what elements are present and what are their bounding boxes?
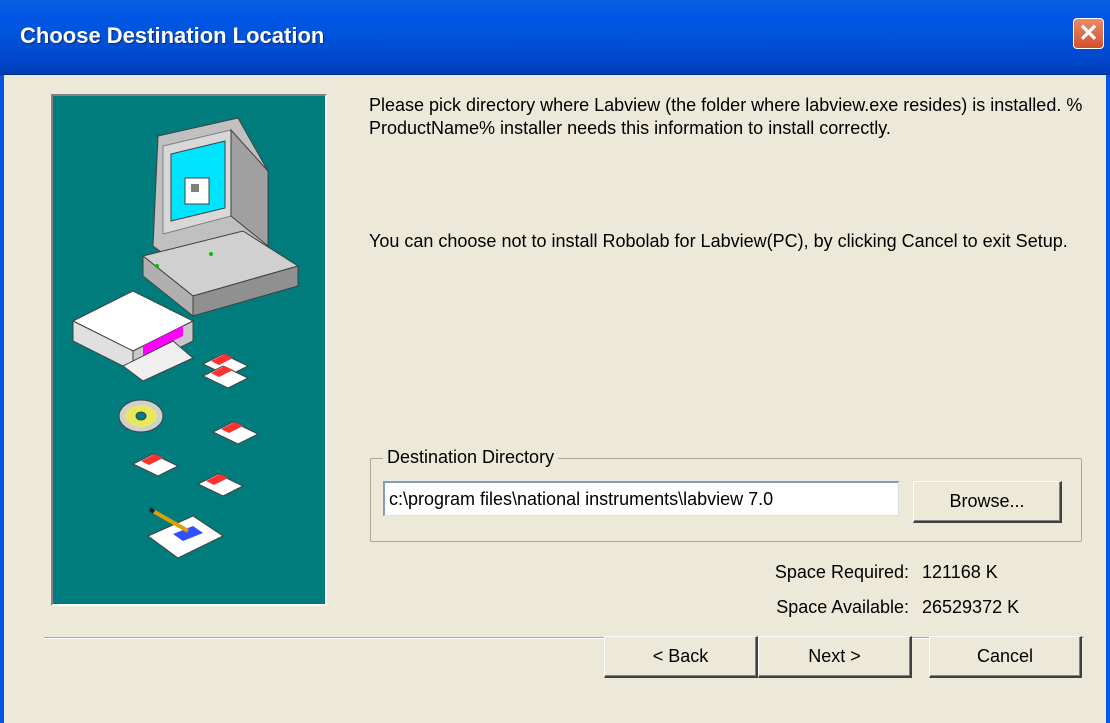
cancel-info-text: You can choose not to install Robolab fo…	[369, 231, 1068, 251]
computer-icon	[141, 117, 300, 318]
destination-path-field[interactable]	[383, 481, 899, 516]
setup-illustration	[51, 94, 327, 606]
space-available-value: 26529372 K	[922, 597, 1020, 617]
space-required-label: Space Required:	[774, 562, 909, 582]
close-button[interactable]: ✕	[1073, 18, 1104, 49]
close-icon: ✕	[1078, 19, 1099, 47]
software-box-icon	[71, 290, 195, 382]
title-bar[interactable]: Choose Destination Location ✕	[0, 0, 1110, 75]
space-available-label: Space Available:	[776, 597, 909, 617]
setup-illustration-art	[71, 117, 300, 559]
destination-directory-legend: Destination Directory	[383, 447, 559, 468]
instructions-text: Please pick directory where Labview (the…	[369, 95, 1083, 138]
browse-button[interactable]: Browse...	[913, 481, 1062, 523]
button-separator	[44, 637, 1084, 639]
back-button[interactable]: < Back	[604, 636, 758, 678]
setup-dialog: Choose Destination Location ✕ Please pic…	[0, 0, 1110, 723]
window-title: Choose Destination Location	[20, 23, 325, 48]
registration-card-icon	[147, 507, 225, 559]
cd-disc-icon	[118, 399, 164, 433]
cancel-button[interactable]: Cancel	[929, 636, 1082, 678]
destination-directory-group: Destination Directory Browse...	[370, 447, 1082, 542]
space-required-value: 121168 K	[922, 562, 998, 582]
next-button[interactable]: Next >	[758, 636, 912, 678]
